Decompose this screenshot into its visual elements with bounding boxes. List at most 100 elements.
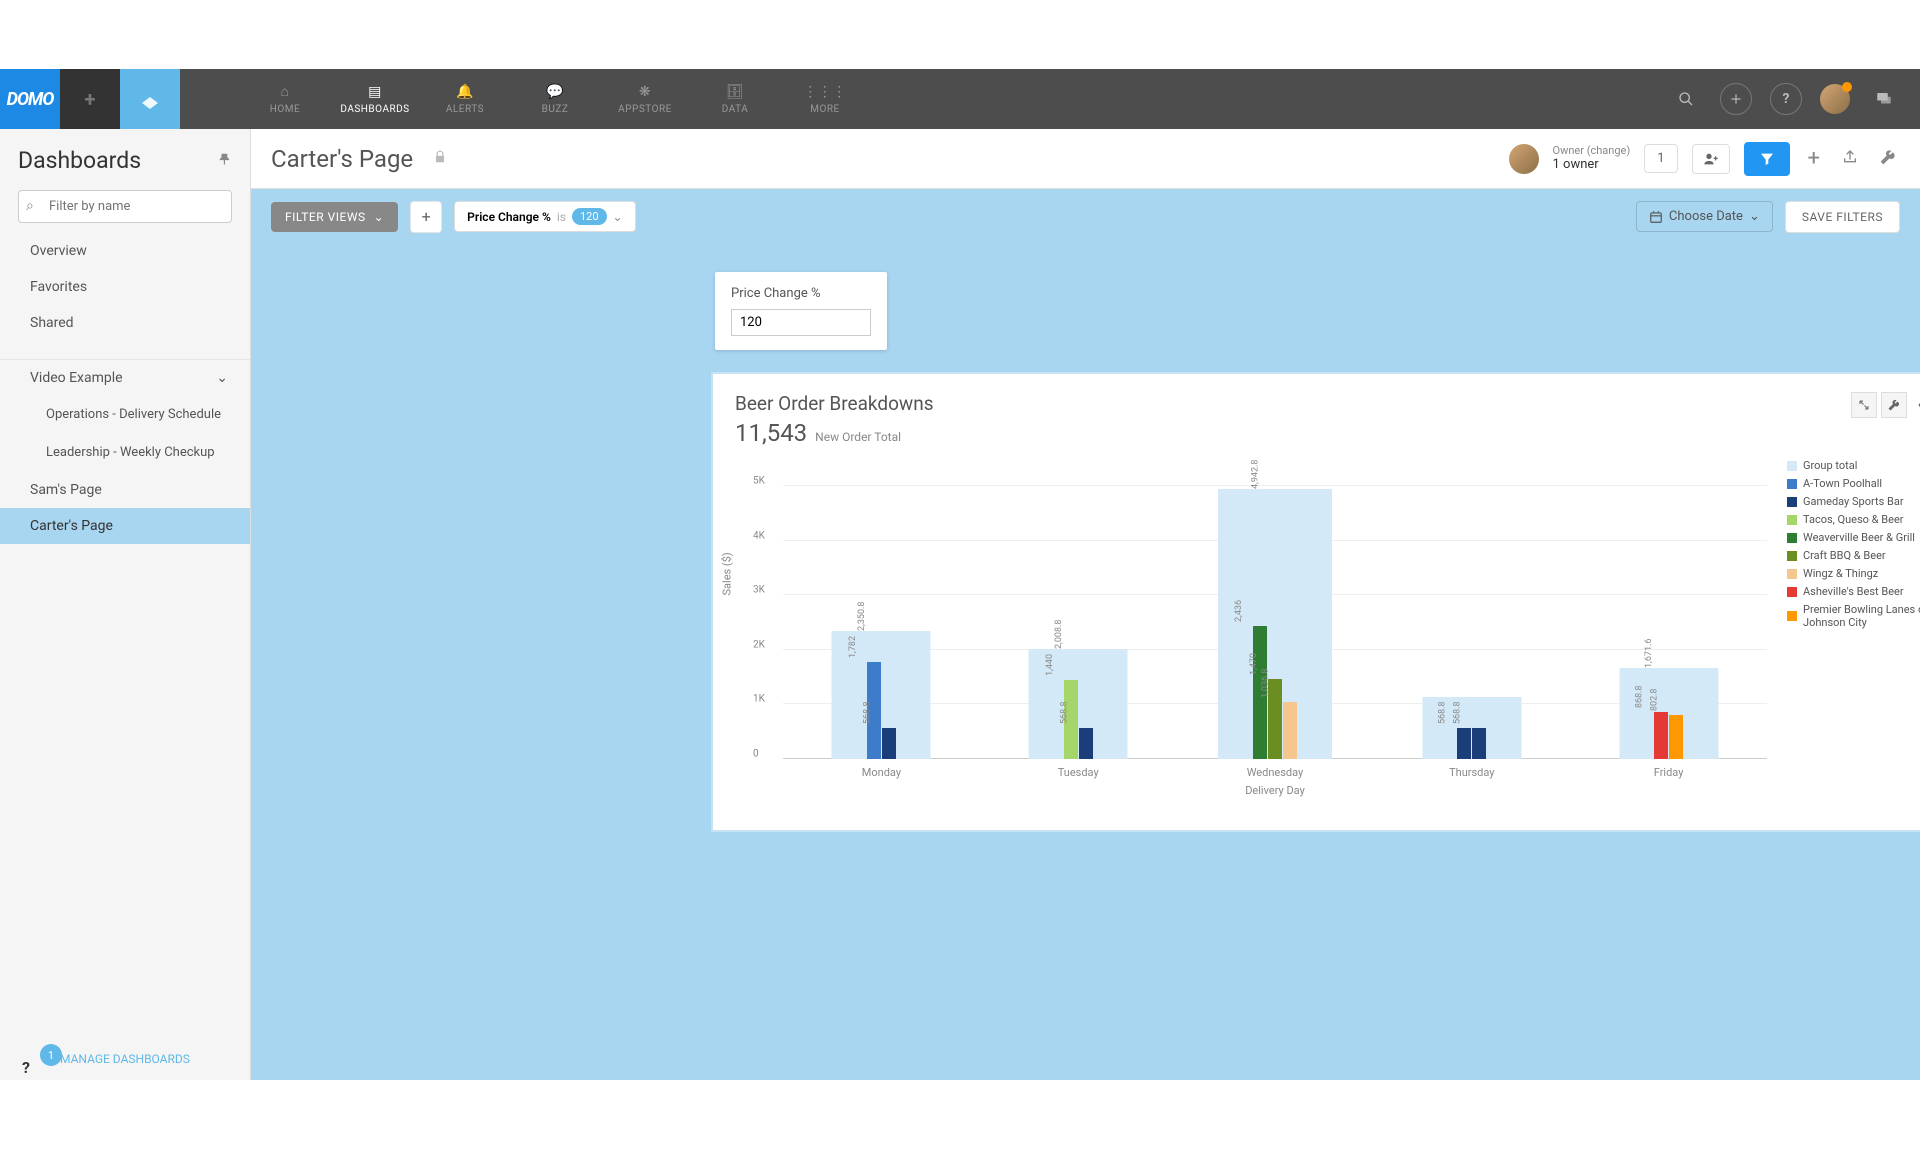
filter-views-button[interactable]: FILTER VIEWS ⌄ bbox=[271, 202, 398, 232]
x-tick: Monday bbox=[783, 766, 980, 779]
nav-label: HOME bbox=[270, 104, 300, 115]
nav-item-data[interactable]: 🗄DATA bbox=[690, 69, 780, 129]
y-tick: 1K bbox=[753, 694, 765, 705]
filter-views-label: FILTER VIEWS bbox=[285, 210, 366, 224]
legend-item[interactable]: A-Town Poolhall bbox=[1787, 477, 1920, 490]
avatar[interactable] bbox=[1820, 84, 1850, 114]
nav-item-more[interactable]: ⋮⋮⋮MORE bbox=[780, 69, 870, 129]
wrench-icon[interactable] bbox=[1881, 392, 1907, 418]
filter-input[interactable] bbox=[18, 190, 232, 223]
help-icon[interactable]: ? bbox=[22, 1058, 30, 1077]
filter-button[interactable] bbox=[1744, 142, 1790, 176]
y-tick: 3K bbox=[753, 585, 765, 596]
legend-item[interactable]: Asheville's Best Beer bbox=[1787, 585, 1920, 598]
chevron-down-icon: ⌄ bbox=[216, 370, 228, 386]
y-tick: 5K bbox=[753, 476, 765, 487]
chevron-down-icon: ⌄ bbox=[613, 210, 623, 224]
logo-domo[interactable]: DOMO bbox=[0, 69, 60, 129]
help-icon[interactable]: ? bbox=[1770, 83, 1802, 115]
nav-item-buzz[interactable]: 💬BUZZ bbox=[510, 69, 600, 129]
legend-swatch-icon bbox=[1787, 551, 1797, 561]
nav-icon: 💬 bbox=[546, 84, 564, 100]
top-nav: DOMO + ⌂HOME▤DASHBOARDS🔔ALERTS💬BUZZ❋APPS… bbox=[0, 69, 1920, 129]
share-card-icon[interactable] bbox=[1911, 392, 1920, 418]
legend-item[interactable]: Wingz & Thingz bbox=[1787, 567, 1920, 580]
nav-item-alerts[interactable]: 🔔ALERTS bbox=[420, 69, 510, 129]
sidebar-link-favorites[interactable]: Favorites bbox=[0, 269, 250, 305]
share-icon[interactable] bbox=[1838, 145, 1862, 173]
bar[interactable]: 568.8 bbox=[1472, 728, 1486, 759]
main: Carter's Page Owner (change) 1 owner 1 + bbox=[251, 129, 1920, 1080]
legend-label: A-Town Poolhall bbox=[1803, 477, 1882, 490]
lock-icon[interactable] bbox=[433, 149, 447, 168]
search-icon[interactable] bbox=[1670, 83, 1702, 115]
nav-icon: ❋ bbox=[639, 84, 651, 100]
legend-item[interactable]: Weaverville Beer & Grill bbox=[1787, 531, 1920, 544]
badge: 1 bbox=[40, 1044, 62, 1066]
nav-item-appstore[interactable]: ❋APPSTORE bbox=[600, 69, 690, 129]
add-person-button[interactable] bbox=[1692, 144, 1730, 174]
nav-icon: 🗄 bbox=[726, 84, 744, 100]
nav-label: ALERTS bbox=[446, 104, 484, 115]
price-change-input[interactable] bbox=[731, 309, 871, 336]
choose-date-button[interactable]: Choose Date ⌄ bbox=[1636, 201, 1773, 232]
sidebar-page[interactable]: Sam's Page bbox=[0, 472, 250, 508]
legend-item[interactable]: Premier Bowling Lanes of Johnson City bbox=[1787, 603, 1920, 629]
bar[interactable]: 1,036.8 bbox=[1283, 702, 1297, 759]
filter-bar: FILTER VIEWS ⌄ + Price Change % is 120 ⌄… bbox=[251, 189, 1920, 244]
add-icon[interactable]: + bbox=[1804, 142, 1824, 175]
chevron-down-icon: ⌄ bbox=[374, 210, 385, 224]
x-tick: Tuesday bbox=[980, 766, 1177, 779]
sidebar-page[interactable]: Carter's Page bbox=[0, 508, 250, 544]
x-tick: Thursday bbox=[1373, 766, 1570, 779]
bar[interactable]: 568.8 bbox=[882, 728, 896, 759]
filter-chip[interactable]: Price Change % is 120 ⌄ bbox=[454, 201, 635, 232]
bar[interactable]: 568.8 bbox=[1457, 728, 1471, 759]
sidebar-sub[interactable]: Operations - Delivery Schedule bbox=[0, 396, 250, 434]
app-switcher-icon[interactable]: + bbox=[60, 69, 120, 129]
owner-change-link[interactable]: Owner (change) bbox=[1553, 144, 1631, 157]
choose-date-label: Choose Date bbox=[1669, 209, 1743, 224]
bar[interactable]: 568.8 bbox=[1079, 728, 1093, 759]
org-tile-icon[interactable] bbox=[120, 69, 180, 129]
chevron-down-icon: ⌄ bbox=[1749, 209, 1760, 224]
owner-info[interactable]: Owner (change) 1 owner bbox=[1553, 144, 1631, 173]
sidebar-section-video-example[interactable]: Video Example ⌄ bbox=[0, 359, 250, 396]
legend-swatch-icon bbox=[1787, 515, 1797, 525]
add-icon[interactable] bbox=[1720, 83, 1752, 115]
conversation-icon[interactable] bbox=[1868, 83, 1900, 115]
sidebar-link-shared[interactable]: Shared bbox=[0, 305, 250, 341]
legend-item[interactable]: Tacos, Queso & Beer bbox=[1787, 513, 1920, 526]
bar[interactable]: 802.8 bbox=[1669, 715, 1683, 759]
y-tick: 2K bbox=[753, 639, 765, 650]
section-label: Video Example bbox=[30, 370, 123, 386]
x-tick: Wednesday bbox=[1177, 766, 1374, 779]
bar-value: 1,036.8 bbox=[1260, 669, 1270, 698]
sidebar-link-overview[interactable]: Overview bbox=[0, 233, 250, 269]
y-tick: 0 bbox=[753, 749, 759, 760]
expand-icon[interactable] bbox=[1851, 392, 1877, 418]
legend-item[interactable]: Gameday Sports Bar bbox=[1787, 495, 1920, 508]
legend-label: Gameday Sports Bar bbox=[1803, 495, 1904, 508]
bar-value: 1,440 bbox=[1045, 654, 1055, 676]
bar[interactable]: 868.8 bbox=[1654, 712, 1668, 759]
owner-count: 1 owner bbox=[1553, 157, 1631, 173]
wrench-icon[interactable] bbox=[1876, 145, 1900, 173]
manage-dashboards-link[interactable]: MANAGE DASHBOARDS bbox=[60, 1052, 190, 1066]
legend-item[interactable]: Craft BBQ & Beer bbox=[1787, 549, 1920, 562]
nav-item-dashboards[interactable]: ▤DASHBOARDS bbox=[330, 69, 420, 129]
save-filters-button[interactable]: SAVE FILTERS bbox=[1785, 201, 1900, 233]
legend-item[interactable]: Group total bbox=[1787, 459, 1920, 472]
legend-label: Tacos, Queso & Beer bbox=[1803, 513, 1904, 526]
chip-op: is bbox=[557, 210, 566, 224]
nav-item-home[interactable]: ⌂HOME bbox=[240, 69, 330, 129]
viewer-count-badge[interactable]: 1 bbox=[1644, 144, 1677, 173]
owner-avatar[interactable] bbox=[1509, 144, 1539, 174]
chart-total: 11,543 bbox=[735, 419, 807, 447]
add-filter-button[interactable]: + bbox=[410, 201, 442, 233]
sidebar-sub[interactable]: Leadership - Weekly Checkup bbox=[0, 434, 250, 472]
day-group: 568.8568.8Thursday bbox=[1373, 459, 1570, 759]
control-label: Price Change % bbox=[731, 286, 871, 301]
bar-value: 4,942.8 bbox=[1250, 460, 1260, 489]
pin-icon[interactable] bbox=[218, 151, 232, 170]
